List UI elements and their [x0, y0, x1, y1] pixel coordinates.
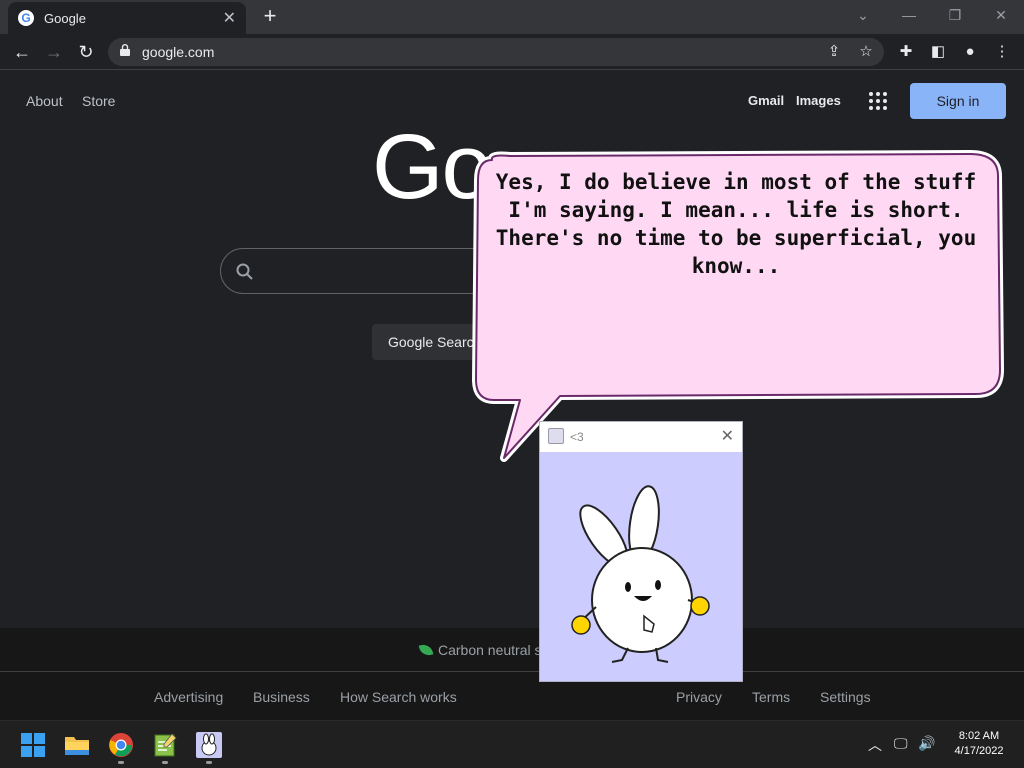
bookmark-star-icon[interactable]: ☆ — [856, 42, 876, 62]
clock-time: 8:02 AM — [958, 730, 1000, 742]
windows-taskbar: ︿ 🖵 🔊 8:02 AM 4/17/2022 — [0, 720, 1024, 768]
network-icon[interactable]: 🖵 — [894, 735, 908, 752]
images-link[interactable]: Images — [796, 93, 841, 108]
search-icon — [236, 263, 253, 280]
volume-icon[interactable]: 🔊 — [918, 735, 935, 752]
forward-arrow-icon[interactable]: → — [42, 40, 66, 64]
new-tab-icon[interactable]: + — [258, 4, 282, 28]
menu-kebab-icon[interactable]: ⋮ — [990, 40, 1014, 64]
store-link[interactable]: Store — [82, 93, 115, 109]
share-icon[interactable]: ⇪ — [824, 42, 844, 62]
footer-how-search-works-link[interactable]: How Search works — [340, 689, 457, 705]
speech-bubble-text: Yes, I do believe in most of the stuff I… — [495, 170, 977, 278]
address-bar[interactable]: google.com ⇪ ☆ — [108, 38, 884, 66]
pet-app-icon — [548, 428, 564, 444]
google-g-icon: G — [18, 10, 34, 26]
lock-icon — [120, 44, 130, 56]
minimize-icon[interactable]: — — [894, 4, 924, 26]
notepad-icon[interactable] — [152, 732, 178, 758]
chrome-running-indicator — [118, 761, 124, 764]
carbon-neutral-note[interactable]: Carbon neutral s — [418, 642, 542, 658]
taskbar-clock[interactable]: 8:02 AM 4/17/2022 — [946, 729, 1012, 759]
carbon-neutral-text: Carbon neutral s — [438, 642, 542, 658]
bunny-character-icon[interactable] — [540, 452, 742, 681]
footer-settings-link[interactable]: Settings — [820, 689, 871, 705]
gmail-link[interactable]: Gmail — [748, 93, 784, 108]
about-link[interactable]: About — [26, 93, 63, 109]
start-icon[interactable] — [20, 732, 46, 758]
footer-business-link[interactable]: Business — [253, 689, 310, 705]
show-hidden-icons-chevron-icon[interactable]: ︿ — [868, 735, 882, 755]
tab-close-icon[interactable]: ✕ — [223, 8, 236, 28]
profile-icon[interactable]: ● — [958, 40, 982, 64]
pet-app-icon[interactable] — [196, 732, 222, 758]
pet-window-titlebar[interactable]: <3 ✕ — [540, 422, 742, 452]
chrome-icon[interactable] — [108, 732, 134, 758]
browser-tabstrip: G Google ✕ + ⌄ — ❐ ✕ — [0, 0, 1024, 34]
url-text: google.com — [142, 44, 215, 60]
restore-icon[interactable]: ❐ — [940, 4, 970, 26]
side-panel-icon[interactable]: ◧ — [926, 40, 950, 64]
pet-window[interactable]: <3 ✕ — [539, 421, 743, 682]
leaf-icon — [418, 642, 434, 658]
browser-toolbar: ← → ↻ google.com ⇪ ☆ ✚ ◧ ● ⋮ — [0, 34, 1024, 70]
extensions-icon[interactable]: ✚ — [894, 40, 918, 64]
browser-tab[interactable]: G Google ✕ — [8, 2, 246, 34]
clock-date: 4/17/2022 — [954, 745, 1004, 757]
window-close-icon[interactable]: ✕ — [986, 4, 1016, 26]
pet-window-title: <3 — [570, 430, 584, 444]
notepad-running-indicator — [162, 761, 168, 764]
tab-title: Google — [44, 10, 86, 26]
tab-search-chevron-icon[interactable]: ⌄ — [848, 4, 878, 26]
pet-close-icon[interactable]: ✕ — [721, 426, 734, 446]
file-explorer-icon[interactable] — [64, 732, 90, 758]
footer-terms-link[interactable]: Terms — [752, 689, 790, 705]
back-arrow-icon[interactable]: ← — [10, 40, 34, 64]
sign-in-button[interactable]: Sign in — [910, 83, 1006, 119]
pet-app-running-indicator — [206, 761, 212, 764]
footer-privacy-link[interactable]: Privacy — [676, 689, 722, 705]
footer-advertising-link[interactable]: Advertising — [154, 689, 223, 705]
google-apps-icon[interactable] — [869, 92, 887, 110]
reload-icon[interactable]: ↻ — [74, 40, 98, 64]
